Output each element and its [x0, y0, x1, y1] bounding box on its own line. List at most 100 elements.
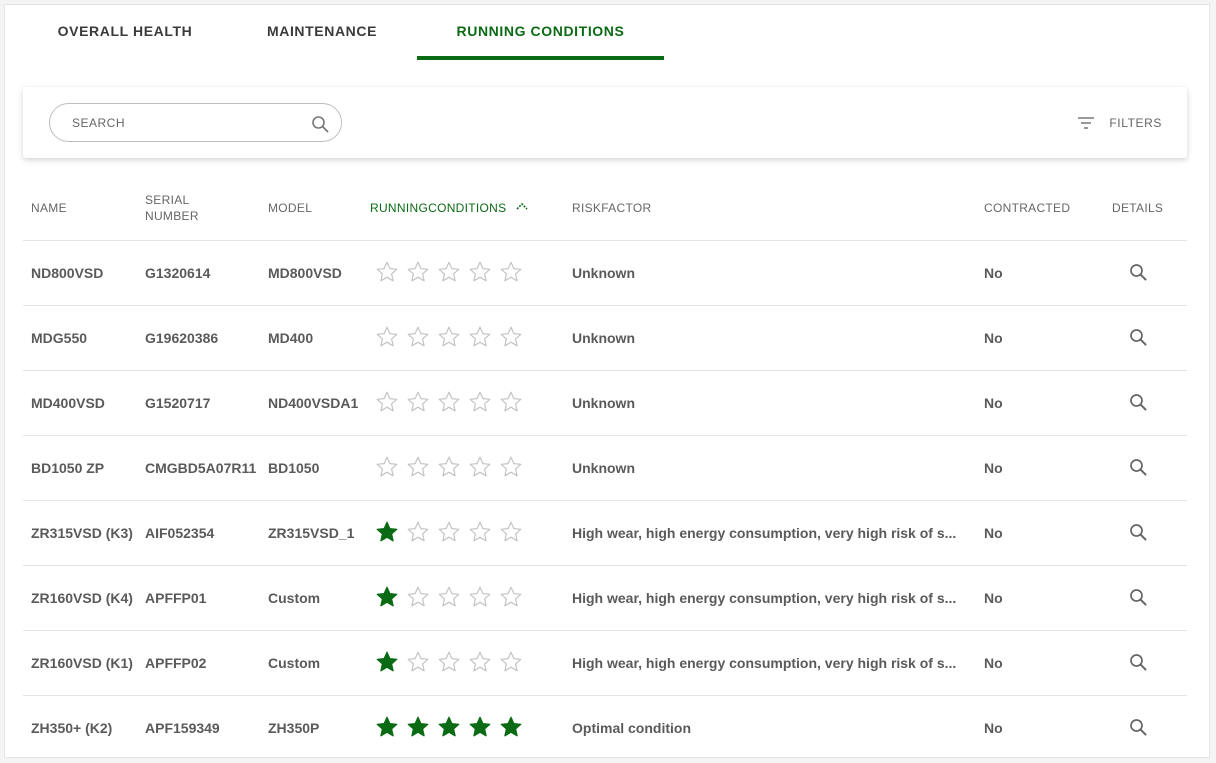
- star-rating: [375, 520, 523, 544]
- risk-factor-text: Unknown: [572, 265, 635, 281]
- cell-running-conditions-rating: [375, 371, 535, 435]
- cell-risk-factor: High wear, high energy consumption, very…: [572, 501, 968, 565]
- risk-factor-text: High wear, high energy consumption, very…: [572, 525, 957, 541]
- star-empty-icon: [469, 326, 491, 347]
- table-row[interactable]: ND800VSD G1320614 MD800VSD Unknown No: [23, 241, 1187, 306]
- star-empty-icon: [469, 521, 491, 542]
- star-empty-icon: [407, 261, 429, 282]
- magnifier-icon: [1130, 329, 1147, 346]
- cell-serial-number: APFFP02: [145, 655, 207, 671]
- risk-factor-text: High wear, high energy consumption, very…: [572, 655, 957, 671]
- cell-name: ZR315VSD (K3): [31, 525, 133, 541]
- tab-running-conditions[interactable]: RUNNING CONDITIONS: [417, 5, 664, 60]
- star-empty-icon: [376, 391, 398, 412]
- cell-name: MD400VSD: [31, 395, 105, 411]
- search-input[interactable]: [72, 112, 292, 134]
- star-rating: [375, 715, 523, 739]
- cell-serial-number: G19620386: [145, 330, 219, 346]
- star-empty-icon: [407, 586, 429, 607]
- star-empty-icon: [469, 651, 491, 672]
- table-row[interactable]: ZR160VSD (K4) APFFP01 Custom High wear, hig…: [23, 566, 1187, 631]
- star-rating: [375, 325, 523, 349]
- table-row[interactable]: BD1050 ZP CMGBD5A07R11 BD1050 Unknown No: [23, 436, 1187, 501]
- column-header-risk-factor[interactable]: RISKFACTOR: [572, 175, 651, 241]
- cell-contracted: No: [984, 525, 1003, 541]
- details-button[interactable]: [1126, 241, 1150, 305]
- search-filter-toolbar: FILTERS: [23, 87, 1187, 158]
- magnifier-icon: [1130, 459, 1147, 476]
- star-empty-icon: [438, 651, 460, 672]
- star-empty-icon: [500, 261, 522, 282]
- tab-maintenance[interactable]: MAINTENANCE: [242, 5, 402, 60]
- cell-name: MDG550: [31, 330, 88, 346]
- filter-icon: [1078, 117, 1095, 129]
- column-header-name[interactable]: NAME: [31, 175, 67, 241]
- star-filled-icon: [469, 716, 491, 737]
- star-empty-icon: [438, 391, 460, 412]
- column-header-serial-number[interactable]: SERIAL NUMBER: [145, 175, 199, 241]
- cell-risk-factor: High wear, high energy consumption, very…: [572, 566, 968, 630]
- search-icon[interactable]: [311, 115, 329, 133]
- column-header-running-conditions[interactable]: RUNNINGCONDITIONS: [370, 175, 529, 241]
- details-button[interactable]: [1126, 436, 1150, 500]
- star-empty-icon: [469, 456, 491, 477]
- cell-contracted: No: [984, 395, 1003, 411]
- column-header-model[interactable]: MODEL: [268, 175, 312, 241]
- column-header-serial-line1: SERIAL: [145, 193, 190, 207]
- star-empty-icon: [376, 326, 398, 347]
- risk-factor-text: Unknown: [572, 395, 635, 411]
- star-empty-icon: [500, 651, 522, 672]
- cell-name: ZR160VSD (K1): [31, 655, 133, 671]
- cell-model: BD1050: [268, 460, 320, 476]
- star-filled-icon: [376, 716, 398, 737]
- details-button[interactable]: [1126, 631, 1150, 695]
- star-rating: [375, 650, 523, 674]
- table-row[interactable]: MD400VSD G1520717 ND400VSDA1 Unknown No: [23, 371, 1187, 436]
- table-row[interactable]: ZR315VSD (K3) AIF052354 ZR315VSD_1 High wea…: [23, 501, 1187, 566]
- cell-serial-number: CMGBD5A07R11: [145, 460, 257, 476]
- filters-label: FILTERS: [1109, 116, 1162, 130]
- cell-model: Custom: [268, 655, 321, 671]
- sort-ascending-icon: [516, 202, 529, 210]
- magnifier-icon: [1130, 654, 1147, 671]
- cell-serial-number: APF159349: [145, 720, 220, 736]
- star-empty-icon: [438, 456, 460, 477]
- details-button[interactable]: [1126, 306, 1150, 370]
- cell-running-conditions-rating: [375, 631, 535, 695]
- magnifier-icon: [1130, 264, 1147, 281]
- cell-running-conditions-rating: [375, 241, 535, 305]
- star-empty-icon: [407, 391, 429, 412]
- cell-serial-number: G1320614: [145, 265, 211, 281]
- table-row[interactable]: ZH350+ (K2) APF159349 ZH350P Optimal condit…: [23, 696, 1187, 761]
- star-empty-icon: [407, 456, 429, 477]
- star-empty-icon: [438, 261, 460, 282]
- details-button[interactable]: [1126, 566, 1150, 630]
- tab-overall-health[interactable]: OVERALL HEALTH: [45, 5, 205, 60]
- column-header-contracted[interactable]: CONTRACTED: [984, 175, 1070, 241]
- search-box: [49, 103, 342, 142]
- risk-factor-text: Unknown: [572, 460, 635, 476]
- star-empty-icon: [438, 586, 460, 607]
- cell-name: BD1050 ZP: [31, 460, 105, 476]
- details-button[interactable]: [1126, 696, 1150, 760]
- cell-model: Custom: [268, 590, 321, 606]
- cell-risk-factor: High wear, high energy consumption, very…: [572, 631, 968, 695]
- cell-serial-number: G1520717: [145, 395, 211, 411]
- risk-factor-text: Optimal condition: [572, 720, 691, 736]
- column-header-details: DETAILS: [1112, 201, 1164, 215]
- star-empty-icon: [407, 521, 429, 542]
- risk-factor-text: Unknown: [572, 330, 635, 346]
- filters-button[interactable]: FILTERS: [1077, 112, 1162, 134]
- cell-serial-number: AIF052354: [145, 525, 215, 541]
- star-filled-icon: [407, 716, 429, 737]
- cell-model: MD400: [268, 330, 314, 346]
- details-button[interactable]: [1126, 501, 1150, 565]
- table-row[interactable]: ZR160VSD (K1) APFFP02 Custom High wear, hig…: [23, 631, 1187, 696]
- details-button[interactable]: [1126, 371, 1150, 435]
- cell-risk-factor: Unknown: [572, 371, 968, 435]
- star-filled-icon: [500, 716, 522, 737]
- star-empty-icon: [500, 326, 522, 347]
- table-row[interactable]: MDG550 G19620386 MD400 Unknown No: [23, 306, 1187, 371]
- cell-model: MD800VSD: [268, 265, 342, 281]
- cell-model: ZR315VSD_1: [268, 525, 355, 541]
